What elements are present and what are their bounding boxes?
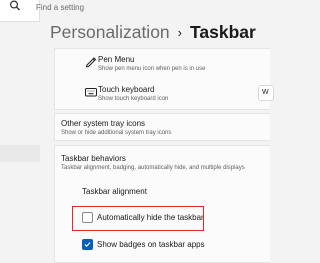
checkmark-icon <box>84 242 91 248</box>
breadcrumb: Personalization › Taskbar <box>50 21 256 43</box>
other-tray-subtitle: Show or hide additional system tray icon… <box>61 130 172 136</box>
taskbar-behaviors-subtitle: Taskbar alignment, badging, automaticall… <box>61 165 245 171</box>
taskbar-alignment-label[interactable]: Taskbar alignment <box>82 187 147 196</box>
other-tray-title: Other system tray icons <box>61 119 146 128</box>
show-badges-label[interactable]: Show badges on taskbar apps <box>97 240 205 249</box>
system-tray-icons-card: Pen Menu Show pen menu icon when pen is … <box>54 48 270 110</box>
keyboard-icon <box>85 88 97 97</box>
pen-icon <box>85 57 97 68</box>
pen-menu-title: Pen Menu <box>98 55 135 64</box>
breadcrumb-parent[interactable]: Personalization <box>50 22 170 43</box>
touch-keyboard-subtitle: Show touch keyboard icon <box>98 96 169 102</box>
pen-menu-subtitle: Show pen menu icon when pen is in use <box>98 66 206 72</box>
breadcrumb-separator: › <box>177 24 182 40</box>
show-badges-checkbox[interactable] <box>82 239 93 250</box>
touch-keyboard-dropdown[interactable]: W <box>258 85 274 101</box>
touch-keyboard-title: Touch keyboard <box>98 85 155 94</box>
nav-rail-item[interactable] <box>0 145 40 162</box>
highlight-box <box>72 206 204 231</box>
page-title: Taskbar <box>190 21 256 42</box>
search-input[interactable] <box>36 0 216 14</box>
search-box[interactable] <box>0 0 40 22</box>
taskbar-behaviors-title: Taskbar behaviors <box>61 154 126 163</box>
search-icon <box>9 0 20 11</box>
other-system-tray-icons-card[interactable]: Other system tray icons Show or hide add… <box>54 113 270 141</box>
taskbar-behaviors-card: Taskbar behaviors Taskbar alignment, bad… <box>54 145 270 263</box>
